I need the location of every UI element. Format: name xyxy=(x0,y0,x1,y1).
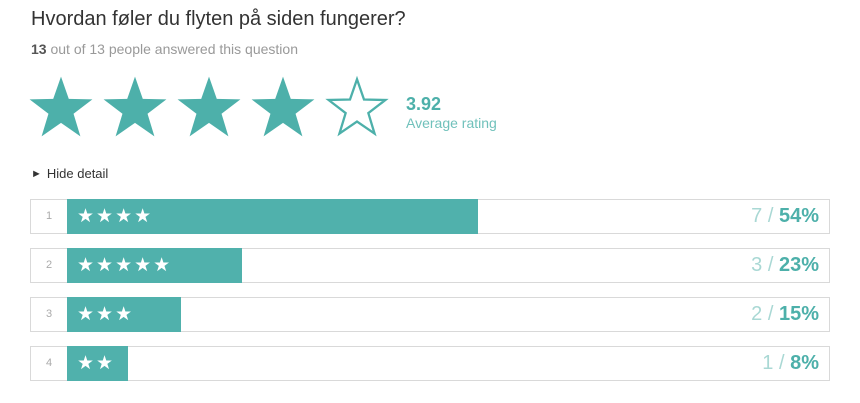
row-bar: ★★★ xyxy=(67,297,181,332)
row-stars: ★★★★ xyxy=(77,206,154,227)
row-count-value: 1 xyxy=(762,352,774,374)
row-bar: ★★★★★ xyxy=(67,248,242,283)
question-title: Hvordan føler du flyten på siden fungere… xyxy=(31,8,406,30)
row-bar: ★★ xyxy=(67,346,128,381)
star-filled-icon xyxy=(29,76,93,137)
row-index: 1 xyxy=(45,210,53,222)
row-index: 2 xyxy=(45,259,53,271)
star-filled-icon xyxy=(103,76,167,137)
hide-detail-label: Hide detail xyxy=(46,166,109,181)
rating-breakdown: 1 ★★★★ 7 / 54% 2 ★★★★★ 3 / 23% 3 ★★★ 2 /… xyxy=(30,199,830,395)
star-filled-icon xyxy=(177,76,241,137)
answered-summary: 13 out of 13 people answered this questi… xyxy=(31,41,298,57)
row-separator: / xyxy=(778,352,785,374)
average-rating-value: 3.92 xyxy=(406,94,442,114)
breakdown-row: 1 ★★★★ 7 / 54% xyxy=(30,199,830,234)
row-count: 1 / 8% xyxy=(762,347,819,380)
row-bar: ★★★★ xyxy=(67,199,478,234)
row-stars: ★★★ xyxy=(77,304,135,325)
row-count: 7 / 54% xyxy=(751,200,819,233)
row-index: 3 xyxy=(45,308,53,320)
average-stars xyxy=(28,74,390,140)
row-count-value: 3 xyxy=(751,254,763,276)
star-outline-icon xyxy=(325,75,389,137)
row-count-value: 7 xyxy=(751,205,763,227)
average-rating: 3.92 Average rating xyxy=(406,94,497,132)
row-separator: / xyxy=(767,205,774,227)
row-percent: 23% xyxy=(778,254,819,276)
breakdown-row: 3 ★★★ 2 / 15% xyxy=(30,297,830,332)
star-filled-icon xyxy=(251,76,315,137)
answered-text: out of 13 people answered this question xyxy=(50,41,298,57)
row-percent: 54% xyxy=(778,205,819,227)
breakdown-row: 2 ★★★★★ 3 / 23% xyxy=(30,248,830,283)
triangle-right-icon: ► xyxy=(31,167,42,180)
row-stars: ★★★★★ xyxy=(77,255,173,276)
row-count: 2 / 15% xyxy=(751,298,819,331)
row-separator: / xyxy=(767,303,774,325)
row-percent: 15% xyxy=(778,303,819,325)
average-rating-label: Average rating xyxy=(406,115,497,131)
row-separator: / xyxy=(767,254,774,276)
row-count-value: 2 xyxy=(751,303,763,325)
row-percent: 8% xyxy=(790,352,819,374)
row-stars: ★★ xyxy=(77,353,116,374)
hide-detail-toggle[interactable]: ► Hide detail xyxy=(31,166,108,181)
row-count: 3 / 23% xyxy=(751,249,819,282)
breakdown-row: 4 ★★ 1 / 8% xyxy=(30,346,830,381)
row-index: 4 xyxy=(45,357,53,369)
answered-count: 13 xyxy=(31,41,47,57)
